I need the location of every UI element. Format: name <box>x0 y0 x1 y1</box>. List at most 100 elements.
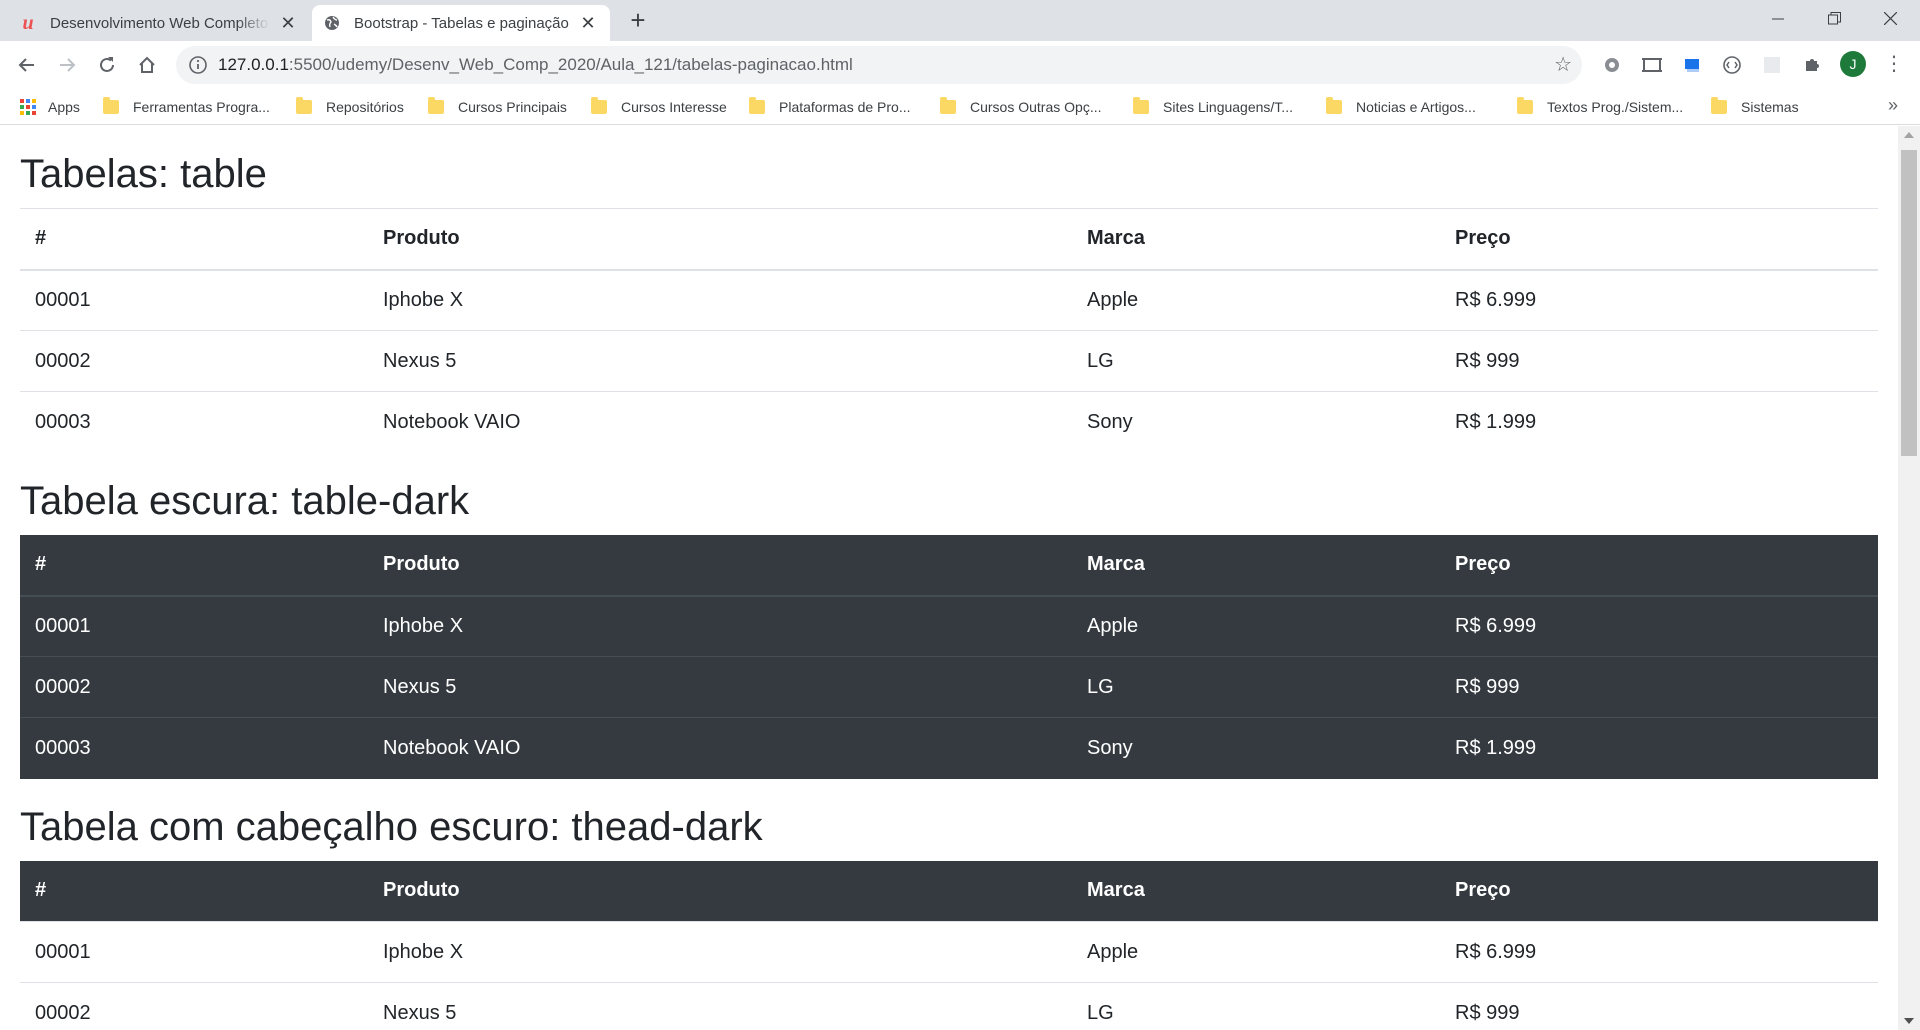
screenshot-extension-icon[interactable] <box>1640 53 1664 77</box>
table-cell: R$ 6.999 <box>1440 269 1878 331</box>
home-icon[interactable] <box>133 51 161 79</box>
table-cell: 00002 <box>20 982 368 1030</box>
tab-udemy[interactable]: u Desenvolvimento Web Completo ✕ <box>8 5 310 41</box>
reload-icon[interactable] <box>93 51 121 79</box>
close-tab-icon[interactable]: ✕ <box>578 13 598 34</box>
folder-icon <box>103 97 119 114</box>
extension-gear-icon[interactable] <box>1600 53 1624 77</box>
table-cell: Iphobe X <box>368 269 1072 331</box>
close-tab-icon[interactable]: ✕ <box>278 13 298 34</box>
bookmark-label: Cursos Principais <box>458 99 567 115</box>
udemy-icon: u <box>22 12 34 34</box>
bookmark-folder[interactable]: Cursos Outras Opç... <box>940 95 1101 119</box>
table-cell: 00003 <box>20 717 368 779</box>
folder-icon <box>940 97 956 114</box>
back-icon[interactable] <box>13 51 41 79</box>
folder-icon <box>1711 97 1727 114</box>
bookmark-folder[interactable]: Sistemas <box>1711 95 1799 119</box>
table-header-row: # Produto Marca Preço <box>20 534 1878 597</box>
table-cell: Apple <box>1072 269 1440 331</box>
restore-icon[interactable] <box>1806 0 1862 37</box>
header-cell: Preço <box>1440 860 1878 922</box>
table-cell: Apple <box>1072 595 1440 657</box>
scrollbar-thumb[interactable] <box>1901 150 1917 456</box>
info-icon[interactable] <box>188 55 208 75</box>
table-cell: R$ 999 <box>1440 982 1878 1030</box>
header-cell: Marca <box>1072 534 1440 597</box>
menu-kebab-icon[interactable]: ⋮ <box>1884 52 1904 76</box>
browser-toolbar: 127.0.0.1:5500/udemy/Desenv_Web_Comp_202… <box>0 41 1920 89</box>
table-cell: 00002 <box>20 330 368 392</box>
folder-icon <box>1517 97 1533 114</box>
header-cell: Marca <box>1072 208 1440 271</box>
table-cell: R$ 999 <box>1440 656 1878 718</box>
bookmark-folder[interactable]: Plataformas de Pro... <box>749 95 911 119</box>
forward-icon[interactable] <box>53 51 81 79</box>
url-path: :5500/udemy/Desenv_Web_Comp_2020/Aula_12… <box>288 55 853 74</box>
table-row: 00001 Iphobe X Apple R$ 6.999 <box>20 921 1878 983</box>
table-cell: LG <box>1072 656 1440 718</box>
profile-avatar[interactable]: J <box>1840 51 1866 77</box>
header-cell: Produto <box>368 534 1072 597</box>
table-row: 00003 Notebook VAIO Sony R$ 1.999 <box>20 391 1878 453</box>
table-row: 00003 Notebook VAIO Sony R$ 1.999 <box>20 717 1878 779</box>
bookmark-folder[interactable]: Noticias e Artigos... <box>1326 95 1476 119</box>
minimize-icon[interactable] <box>1750 0 1806 37</box>
bookmark-label: Apps <box>48 99 80 115</box>
tab-bootstrap[interactable]: Bootstrap - Tabelas e paginação ✕ <box>312 5 610 41</box>
bookmark-label: Repositórios <box>326 99 404 115</box>
window-extension-icon[interactable] <box>1680 53 1704 77</box>
new-tab-button[interactable]: + <box>624 6 652 34</box>
bookmark-label: Sistemas <box>1741 99 1799 115</box>
table-cell: 00003 <box>20 391 368 453</box>
bookmark-folder[interactable]: Cursos Principais <box>428 95 567 119</box>
page-scrollbar[interactable] <box>1898 126 1920 1030</box>
table-cell: Nexus 5 <box>368 330 1072 392</box>
section-title-table-dark: Tabela escura: table-dark <box>20 478 470 523</box>
url-host: 127.0.0.1 <box>218 55 289 74</box>
bookmark-folder[interactable]: Textos Prog./Sistem... <box>1517 95 1683 119</box>
scroll-down-arrow-icon[interactable] <box>1904 1018 1914 1024</box>
folder-icon <box>1133 97 1149 114</box>
extensions-puzzle-icon[interactable] <box>1800 53 1824 77</box>
bookmark-star-icon[interactable]: ☆ <box>1554 52 1572 77</box>
table-cell: R$ 1.999 <box>1440 391 1878 453</box>
table-row: 00002 Nexus 5 LG R$ 999 <box>20 330 1878 392</box>
bookmark-label: Sites Linguagens/T... <box>1163 99 1293 115</box>
tab-title: Desenvolvimento Web Completo <box>50 14 269 32</box>
bookmark-apps[interactable]: Apps <box>20 95 80 119</box>
header-cell: Preço <box>1440 208 1878 271</box>
table-cell: Notebook VAIO <box>368 391 1072 453</box>
bookmark-folder[interactable]: Repositórios <box>296 95 404 119</box>
table-light: # Produto Marca Preço 00001 Iphobe X App… <box>20 208 1878 453</box>
scroll-up-arrow-icon[interactable] <box>1904 132 1914 138</box>
table-row: 00002 Nexus 5 LG R$ 999 <box>20 656 1878 718</box>
table-cell: 00001 <box>20 921 368 983</box>
table-cell: Iphobe X <box>368 921 1072 983</box>
table-cell: Sony <box>1072 717 1440 779</box>
bookmark-folder[interactable]: Cursos Interesse <box>591 95 727 119</box>
address-bar[interactable]: 127.0.0.1:5500/udemy/Desenv_Web_Comp_202… <box>176 46 1582 84</box>
table-header-row: # Produto Marca Preço <box>20 860 1878 922</box>
table-cell: R$ 999 <box>1440 330 1878 392</box>
folder-icon <box>749 97 765 114</box>
folder-icon <box>591 97 607 114</box>
section-title-table: Tabelas: table <box>20 152 267 196</box>
code-extension-icon[interactable] <box>1720 53 1744 77</box>
table-cell: Notebook VAIO <box>368 717 1072 779</box>
bookmark-folder[interactable]: Ferramentas Progra... <box>103 95 270 119</box>
bookmark-folder[interactable]: Sites Linguagens/T... <box>1133 95 1293 119</box>
table-cell: 00001 <box>20 269 368 331</box>
header-cell: Preço <box>1440 534 1878 597</box>
table-header-row: # Produto Marca Preço <box>20 208 1878 271</box>
table-cell: R$ 6.999 <box>1440 921 1878 983</box>
globe-icon <box>324 15 340 31</box>
table-cell: R$ 6.999 <box>1440 595 1878 657</box>
more-bookmarks-icon[interactable]: » <box>1888 95 1898 116</box>
header-cell: # <box>20 860 368 922</box>
table-cell: Nexus 5 <box>368 982 1072 1030</box>
bookmark-label: Cursos Interesse <box>621 99 727 115</box>
close-window-icon[interactable] <box>1862 0 1918 37</box>
table-cell: 00002 <box>20 656 368 718</box>
blank-extension-icon[interactable] <box>1760 53 1784 77</box>
